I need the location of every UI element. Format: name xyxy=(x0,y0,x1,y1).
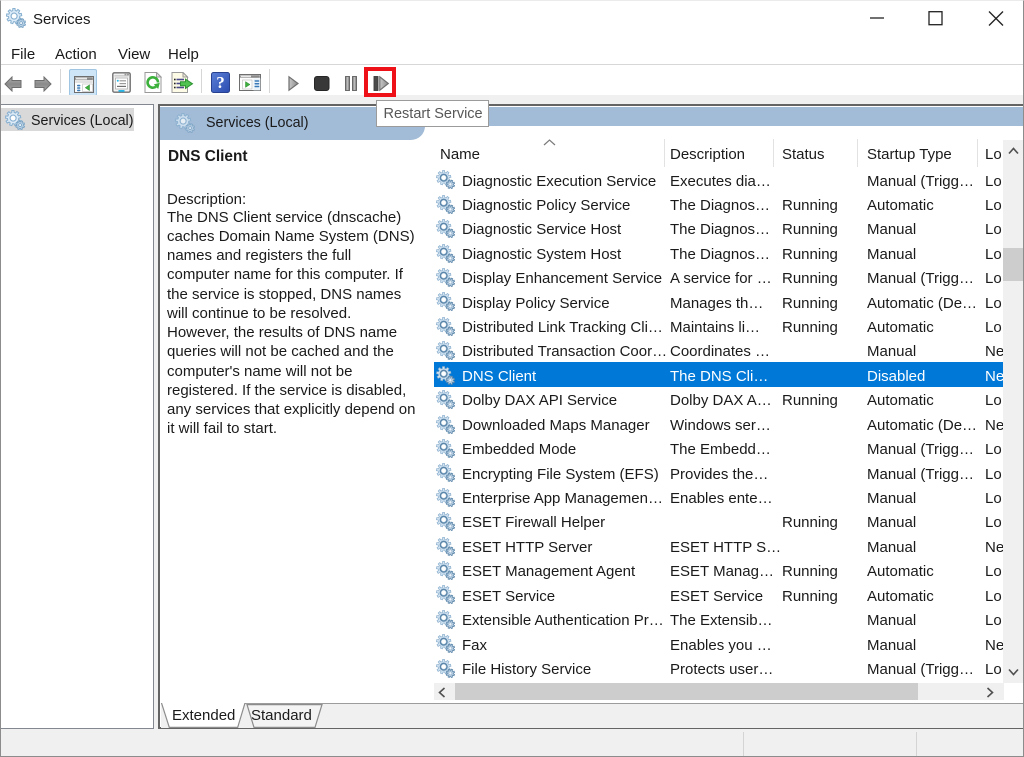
svg-text:?: ? xyxy=(216,73,225,92)
